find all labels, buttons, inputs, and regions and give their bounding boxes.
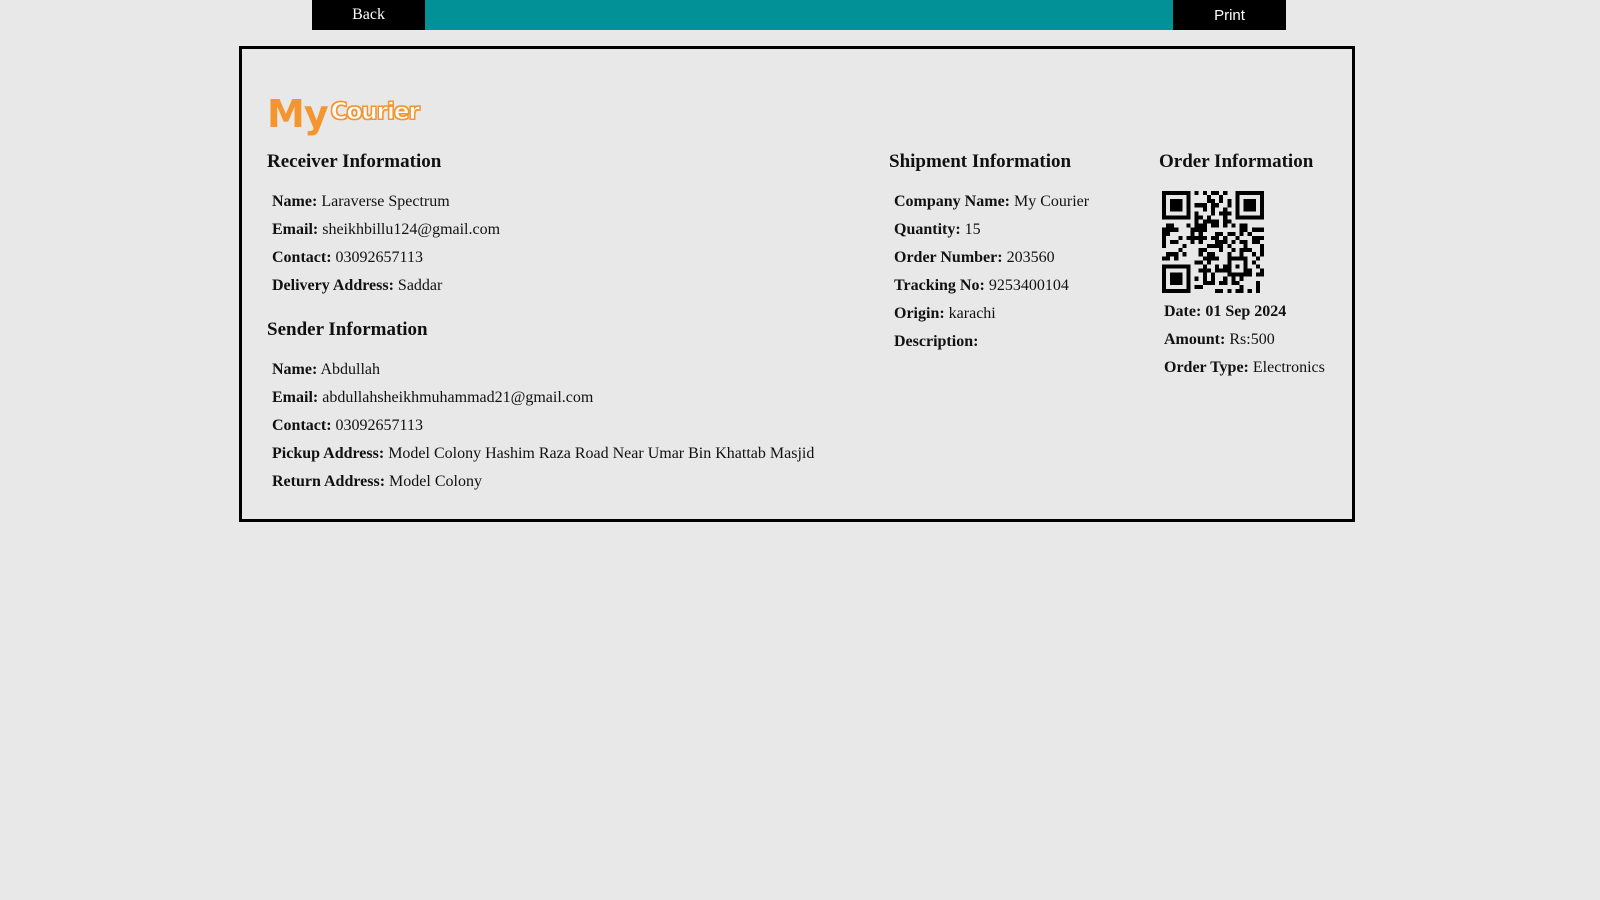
my-courier-logo: My Courier — [267, 92, 420, 136]
sender-contact-row: Contact: 03092657113 — [272, 412, 814, 440]
shipment-tracking-row: Tracking No: 9253400104 — [894, 272, 1089, 300]
sender-name-label: Name: — [272, 361, 318, 378]
shipment-tracking-value: 9253400104 — [988, 277, 1069, 294]
receiver-name-label: Name: — [272, 193, 318, 210]
order-amount-value: Rs:500 — [1229, 331, 1275, 348]
receiver-info-list: Name: Laraverse Spectrum Email: sheikhbi… — [272, 188, 500, 300]
sender-email-value: abdullahsheikhmuhammad21@gmail.com — [322, 389, 594, 406]
sender-return-label: Return Address: — [272, 473, 386, 490]
order-date-label: Date: — [1164, 303, 1202, 320]
shipment-description-row: Description: — [894, 328, 1089, 356]
shipment-description-label: Description: — [894, 333, 979, 350]
sender-return-row: Return Address: Model Colony — [272, 468, 814, 496]
shipment-quantity-label: Quantity: — [894, 221, 961, 238]
logo-word-courier: Courier — [330, 99, 420, 126]
shipment-order-number-row: Order Number: 203560 — [894, 244, 1089, 272]
shipping-label-card: My Courier Receiver Information Name: La… — [239, 46, 1355, 522]
order-type-label: Order Type: — [1164, 359, 1249, 376]
sender-pickup-row: Pickup Address: Model Colony Hashim Raza… — [272, 440, 814, 468]
receiver-email-label: Email: — [272, 221, 319, 238]
sender-info-title: Sender Information — [267, 319, 428, 340]
shipment-company-value: My Courier — [1014, 193, 1090, 210]
receiver-contact-value: 03092657113 — [335, 249, 423, 266]
order-amount-label: Amount: — [1164, 331, 1226, 348]
shipment-quantity-row: Quantity: 15 — [894, 216, 1089, 244]
receiver-address-value: Saddar — [397, 277, 443, 294]
sender-pickup-value: Model Colony Hashim Raza Road Near Umar … — [388, 445, 815, 462]
order-type-value: Electronics — [1252, 359, 1325, 376]
receiver-address-label: Delivery Address: — [272, 277, 394, 294]
receiver-address-row: Delivery Address: Saddar — [272, 272, 500, 300]
receiver-name-row: Name: Laraverse Spectrum — [272, 188, 500, 216]
back-button[interactable]: Back — [312, 0, 425, 30]
order-date-row: Date: 01 Sep 2024 — [1164, 298, 1325, 326]
shipment-quantity-value: 15 — [964, 221, 981, 238]
sender-name-value: Abdullah — [320, 361, 380, 378]
shipment-info-list: Company Name: My Courier Quantity: 15 Or… — [894, 188, 1089, 356]
sender-return-value: Model Colony — [389, 473, 482, 490]
shipment-info-title: Shipment Information — [889, 151, 1072, 172]
sender-contact-value: 03092657113 — [335, 417, 423, 434]
order-info-title: Order Information — [1159, 151, 1314, 172]
receiver-info-title: Receiver Information — [267, 151, 442, 172]
order-date-value: 01 Sep 2024 — [1205, 303, 1287, 320]
shipment-company-row: Company Name: My Courier — [894, 188, 1089, 216]
logo-word-my: My — [267, 92, 329, 136]
receiver-email-row: Email: sheikhbillu124@gmail.com — [272, 216, 500, 244]
shipment-order-number-value: 203560 — [1006, 249, 1055, 266]
shipment-origin-row: Origin: karachi — [894, 300, 1089, 328]
sender-info-list: Name: Abdullah Email: abdullahsheikhmuha… — [272, 356, 814, 496]
shipment-order-number-label: Order Number: — [894, 249, 1003, 266]
print-button[interactable]: Print — [1173, 0, 1286, 30]
shipment-tracking-label: Tracking No: — [894, 277, 985, 294]
order-amount-row: Amount: Rs:500 — [1164, 326, 1325, 354]
shipment-company-label: Company Name: — [894, 193, 1010, 210]
shipment-origin-label: Origin: — [894, 305, 945, 322]
sender-pickup-label: Pickup Address: — [272, 445, 385, 462]
receiver-contact-label: Contact: — [272, 249, 332, 266]
sender-name-row: Name: Abdullah — [272, 356, 814, 384]
receiver-contact-row: Contact: 03092657113 — [272, 244, 500, 272]
order-info-list: Date: 01 Sep 2024 Amount: Rs:500 Order T… — [1164, 298, 1325, 382]
sender-contact-label: Contact: — [272, 417, 332, 434]
order-type-row: Order Type: Electronics — [1164, 354, 1325, 382]
qr-code-icon — [1162, 191, 1264, 293]
shipment-origin-value: karachi — [948, 305, 996, 322]
receiver-name-value: Laraverse Spectrum — [321, 193, 450, 210]
sender-email-label: Email: — [272, 389, 319, 406]
receiver-email-value: sheikhbillu124@gmail.com — [322, 221, 501, 238]
top-toolbar: Back Print — [312, 0, 1286, 30]
sender-email-row: Email: abdullahsheikhmuhammad21@gmail.co… — [272, 384, 814, 412]
